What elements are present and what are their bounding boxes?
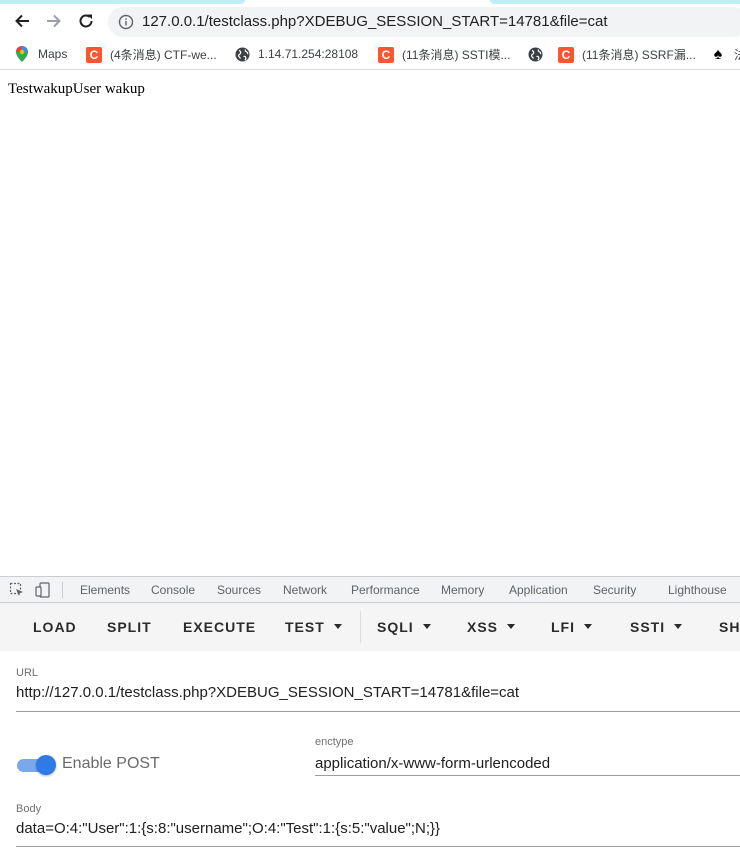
- enctype-select[interactable]: application/x-www-form-urlencoded: [315, 755, 550, 772]
- enctype-label: enctype: [315, 736, 354, 748]
- page-output-text: TestwakupUser wakup: [8, 81, 145, 97]
- bookmark-label: (11条消息) SSTI模...: [402, 48, 511, 62]
- caret-down-icon: [422, 623, 431, 629]
- forward-button[interactable]: [40, 7, 68, 35]
- split-button[interactable]: SPLIT: [107, 619, 152, 635]
- caret-down-icon: [333, 623, 342, 629]
- bookmark-globe[interactable]: [527, 46, 551, 62]
- tab-elements[interactable]: Elements: [80, 583, 130, 597]
- caret-down-icon: [507, 623, 516, 629]
- csdn-icon: C: [378, 46, 394, 63]
- info-icon[interactable]: [118, 14, 134, 35]
- ssti-dropdown[interactable]: SSTI: [630, 619, 683, 635]
- body-field-underline: [16, 846, 740, 847]
- tab-network[interactable]: Network: [283, 583, 327, 597]
- tab-sources[interactable]: Sources: [217, 583, 261, 597]
- tab-lighthouse[interactable]: Lighthouse: [668, 583, 727, 597]
- bookmark-csdn-ctf[interactable]: C (4条消息) CTF-we...: [86, 46, 217, 63]
- caret-down-icon: [584, 623, 592, 629]
- browser-toolbar: 127.0.0.1/testclass.php?XDEBUG_SESSION_S…: [0, 4, 740, 40]
- bookmark-label: (11条消息) SSRF漏...: [582, 48, 696, 62]
- csdn-icon: C: [558, 46, 574, 63]
- enctype-underline: [315, 775, 740, 776]
- tab-application[interactable]: Application: [509, 583, 568, 597]
- devtools-tab-bar: Elements Console Sources Network Perform…: [0, 576, 740, 603]
- lfi-dropdown[interactable]: LFI: [551, 619, 592, 635]
- address-bar[interactable]: 127.0.0.1/testclass.php?XDEBUG_SESSION_S…: [108, 7, 740, 37]
- bookmark-label: Maps: [38, 47, 68, 61]
- globe-icon: [234, 46, 250, 62]
- hackbar-toolbar: LOAD SPLIT EXECUTE TEST SQLI XSS LFI SST…: [0, 603, 740, 651]
- body-field[interactable]: data=O:4:"User":1:{s:8:"username";O:4:"T…: [16, 820, 440, 837]
- xss-dropdown[interactable]: XSS: [467, 619, 516, 635]
- load-button[interactable]: LOAD: [33, 619, 77, 635]
- bookmark-label: 法: [734, 46, 740, 63]
- enable-post-toggle[interactable]: [17, 753, 57, 775]
- bookmark-label: 1.14.71.254:28108: [258, 47, 359, 61]
- bookmark-spade[interactable]: ♠ 法: [710, 46, 740, 63]
- shell-dropdown[interactable]: SH: [719, 619, 740, 635]
- reload-icon: [79, 14, 93, 28]
- url-field-underline: [16, 711, 740, 712]
- tab-performance[interactable]: Performance: [351, 583, 420, 597]
- bookmarks-bar: Maps C (4条消息) CTF-we... 1.14.71.254:2810…: [0, 40, 740, 70]
- test-dropdown[interactable]: TEST: [285, 619, 342, 635]
- bookmark-csdn-ssrf[interactable]: C (11条消息) SSRF漏...: [558, 46, 696, 63]
- device-toggle-icon[interactable]: [35, 582, 51, 598]
- execute-button[interactable]: EXECUTE: [183, 619, 256, 635]
- bookmark-csdn-ssti[interactable]: C (11条消息) SSTI模...: [378, 46, 510, 63]
- bookmark-label: (4条消息) CTF-we...: [110, 48, 217, 62]
- hackbar-form: URL http://127.0.0.1/testclass.php?XDEBU…: [0, 651, 740, 863]
- spade-icon: ♠: [713, 45, 723, 63]
- toggle-thumb: [36, 755, 56, 775]
- body-label: Body: [16, 803, 42, 815]
- inspect-element-icon[interactable]: [9, 582, 25, 598]
- tab-console[interactable]: Console: [151, 583, 195, 597]
- url-field[interactable]: http://127.0.0.1/testclass.php?XDEBUG_SE…: [16, 684, 519, 701]
- devtools-separator: [62, 582, 63, 598]
- page-viewport: TestwakupUser wakup: [0, 71, 740, 576]
- tab-memory[interactable]: Memory: [441, 583, 484, 597]
- forward-arrow-icon: [47, 14, 61, 28]
- enable-post-label: Enable POST: [62, 755, 160, 772]
- address-bar-url[interactable]: 127.0.0.1/testclass.php?XDEBUG_SESSION_S…: [142, 13, 608, 30]
- tab-security[interactable]: Security: [593, 583, 636, 597]
- globe-icon: [527, 46, 543, 62]
- back-arrow-icon: [15, 14, 29, 28]
- caret-down-icon: [674, 623, 683, 629]
- bookmark-ip[interactable]: 1.14.71.254:28108: [234, 46, 358, 62]
- reload-button[interactable]: [72, 7, 100, 35]
- bookmark-maps[interactable]: Maps: [14, 46, 67, 62]
- url-label: URL: [16, 667, 39, 679]
- hackbar-separator: [360, 611, 361, 643]
- maps-pin-icon: [14, 46, 30, 62]
- sqli-dropdown[interactable]: SQLI: [377, 619, 431, 635]
- csdn-icon: C: [86, 46, 102, 63]
- back-button[interactable]: [8, 7, 36, 35]
